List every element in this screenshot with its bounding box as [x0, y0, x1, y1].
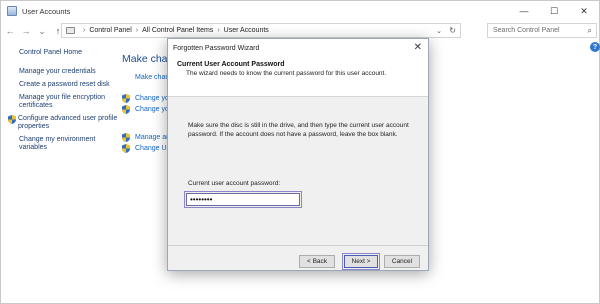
recent-locations-chevron-icon[interactable]: ⌄	[35, 24, 49, 38]
wizard-step-title: Current User Account Password	[177, 61, 285, 68]
search-input[interactable]: Search Control Panel ⌕	[487, 23, 597, 38]
change-uac-settings-link[interactable]: Change Us	[122, 144, 170, 153]
create-password-reset-disk-link[interactable]: Create a password reset disk	[19, 81, 119, 89]
manage-another-account-link[interactable]: Manage an	[122, 133, 170, 142]
dialog-title: Forgotten Password Wizard	[173, 44, 260, 52]
change-account-link-2[interactable]: Change yo	[122, 105, 169, 114]
back-arrow-icon[interactable]: ←	[3, 24, 17, 38]
wizard-header: Current User Account Password The wizard…	[168, 57, 428, 97]
help-icon[interactable]: ?	[590, 42, 600, 52]
manage-file-encryption-link[interactable]: Manage your file encryption certificates	[19, 94, 119, 110]
left-task-pane: Control Panel Home Manage your credentia…	[8, 49, 119, 157]
control-panel-home-link[interactable]: Control Panel Home	[19, 49, 119, 57]
wizard-instructions: Make sure the disc is still in the drive…	[188, 122, 409, 138]
uac-shield-icon	[122, 133, 130, 142]
advanced-profile-properties-item[interactable]: Configure advanced user profile properti…	[8, 115, 119, 131]
maximize-button[interactable]: ☐	[539, 1, 569, 21]
window-title: User Accounts	[22, 6, 71, 16]
close-window-button[interactable]: ✕	[569, 1, 599, 21]
breadcrumb-separator: ›	[83, 27, 86, 34]
breadcrumb-control-panel[interactable]: Control Panel	[89, 27, 131, 34]
address-bar[interactable]: › Control Panel › All Control Panel Item…	[61, 23, 461, 38]
uac-shield-icon	[8, 115, 16, 124]
cancel-button[interactable]: Cancel	[384, 255, 420, 268]
next-button[interactable]: Next >	[342, 253, 380, 270]
uac-shield-icon	[122, 144, 130, 153]
dialog-footer-divider	[168, 245, 428, 246]
advanced-profile-properties-link[interactable]: Configure advanced user profile properti…	[18, 115, 119, 131]
breadcrumb-user-accounts[interactable]: User Accounts	[224, 27, 269, 34]
search-placeholder: Search Control Panel	[493, 27, 560, 34]
change-account-link-1[interactable]: Change yo	[122, 94, 169, 103]
wizard-step-subtitle: The wizard needs to know the current pas…	[186, 70, 387, 77]
forward-arrow-icon[interactable]: →	[19, 24, 33, 38]
password-input[interactable]: ••••••••	[184, 191, 302, 208]
control-panel-folder-icon	[66, 27, 75, 34]
user-accounts-window: User Accounts — ☐ ✕ ← → ⌄ ↑ › Control Pa…	[0, 0, 600, 304]
window-controls: — ☐ ✕	[509, 1, 599, 21]
dialog-close-button[interactable]: ✕	[414, 42, 422, 53]
manage-another-account-label[interactable]: Manage an	[135, 134, 170, 141]
change-uac-settings-label[interactable]: Change Us	[135, 145, 170, 152]
breadcrumb-all-items[interactable]: All Control Panel Items	[142, 27, 213, 34]
refresh-icon[interactable]: ↻	[449, 26, 456, 35]
make-changes-link[interactable]: Make chan	[135, 74, 169, 81]
user-accounts-app-icon	[7, 6, 17, 16]
breadcrumb-separator: ›	[217, 27, 220, 34]
forgotten-password-wizard-dialog: Forgotten Password Wizard ✕ Current User…	[167, 38, 429, 271]
title-bar: User Accounts — ☐ ✕	[1, 1, 599, 21]
environment-variables-link[interactable]: Change my environment variables	[19, 136, 119, 152]
manage-credentials-link[interactable]: Manage your credentials	[19, 68, 119, 76]
breadcrumb-separator: ›	[135, 27, 139, 34]
dialog-title-bar: Forgotten Password Wizard ✕	[168, 39, 428, 57]
change-account-link-1-label[interactable]: Change yo	[135, 95, 169, 102]
change-account-link-2-label[interactable]: Change yo	[135, 106, 169, 113]
uac-shield-icon	[122, 105, 130, 114]
address-dropdown-icon[interactable]: ⌄	[436, 27, 442, 35]
password-label: Current user account password:	[188, 180, 281, 187]
back-button[interactable]: < Back	[299, 255, 335, 268]
search-icon[interactable]: ⌕	[588, 26, 592, 36]
uac-shield-icon	[122, 94, 130, 103]
minimize-button[interactable]: —	[509, 1, 539, 21]
